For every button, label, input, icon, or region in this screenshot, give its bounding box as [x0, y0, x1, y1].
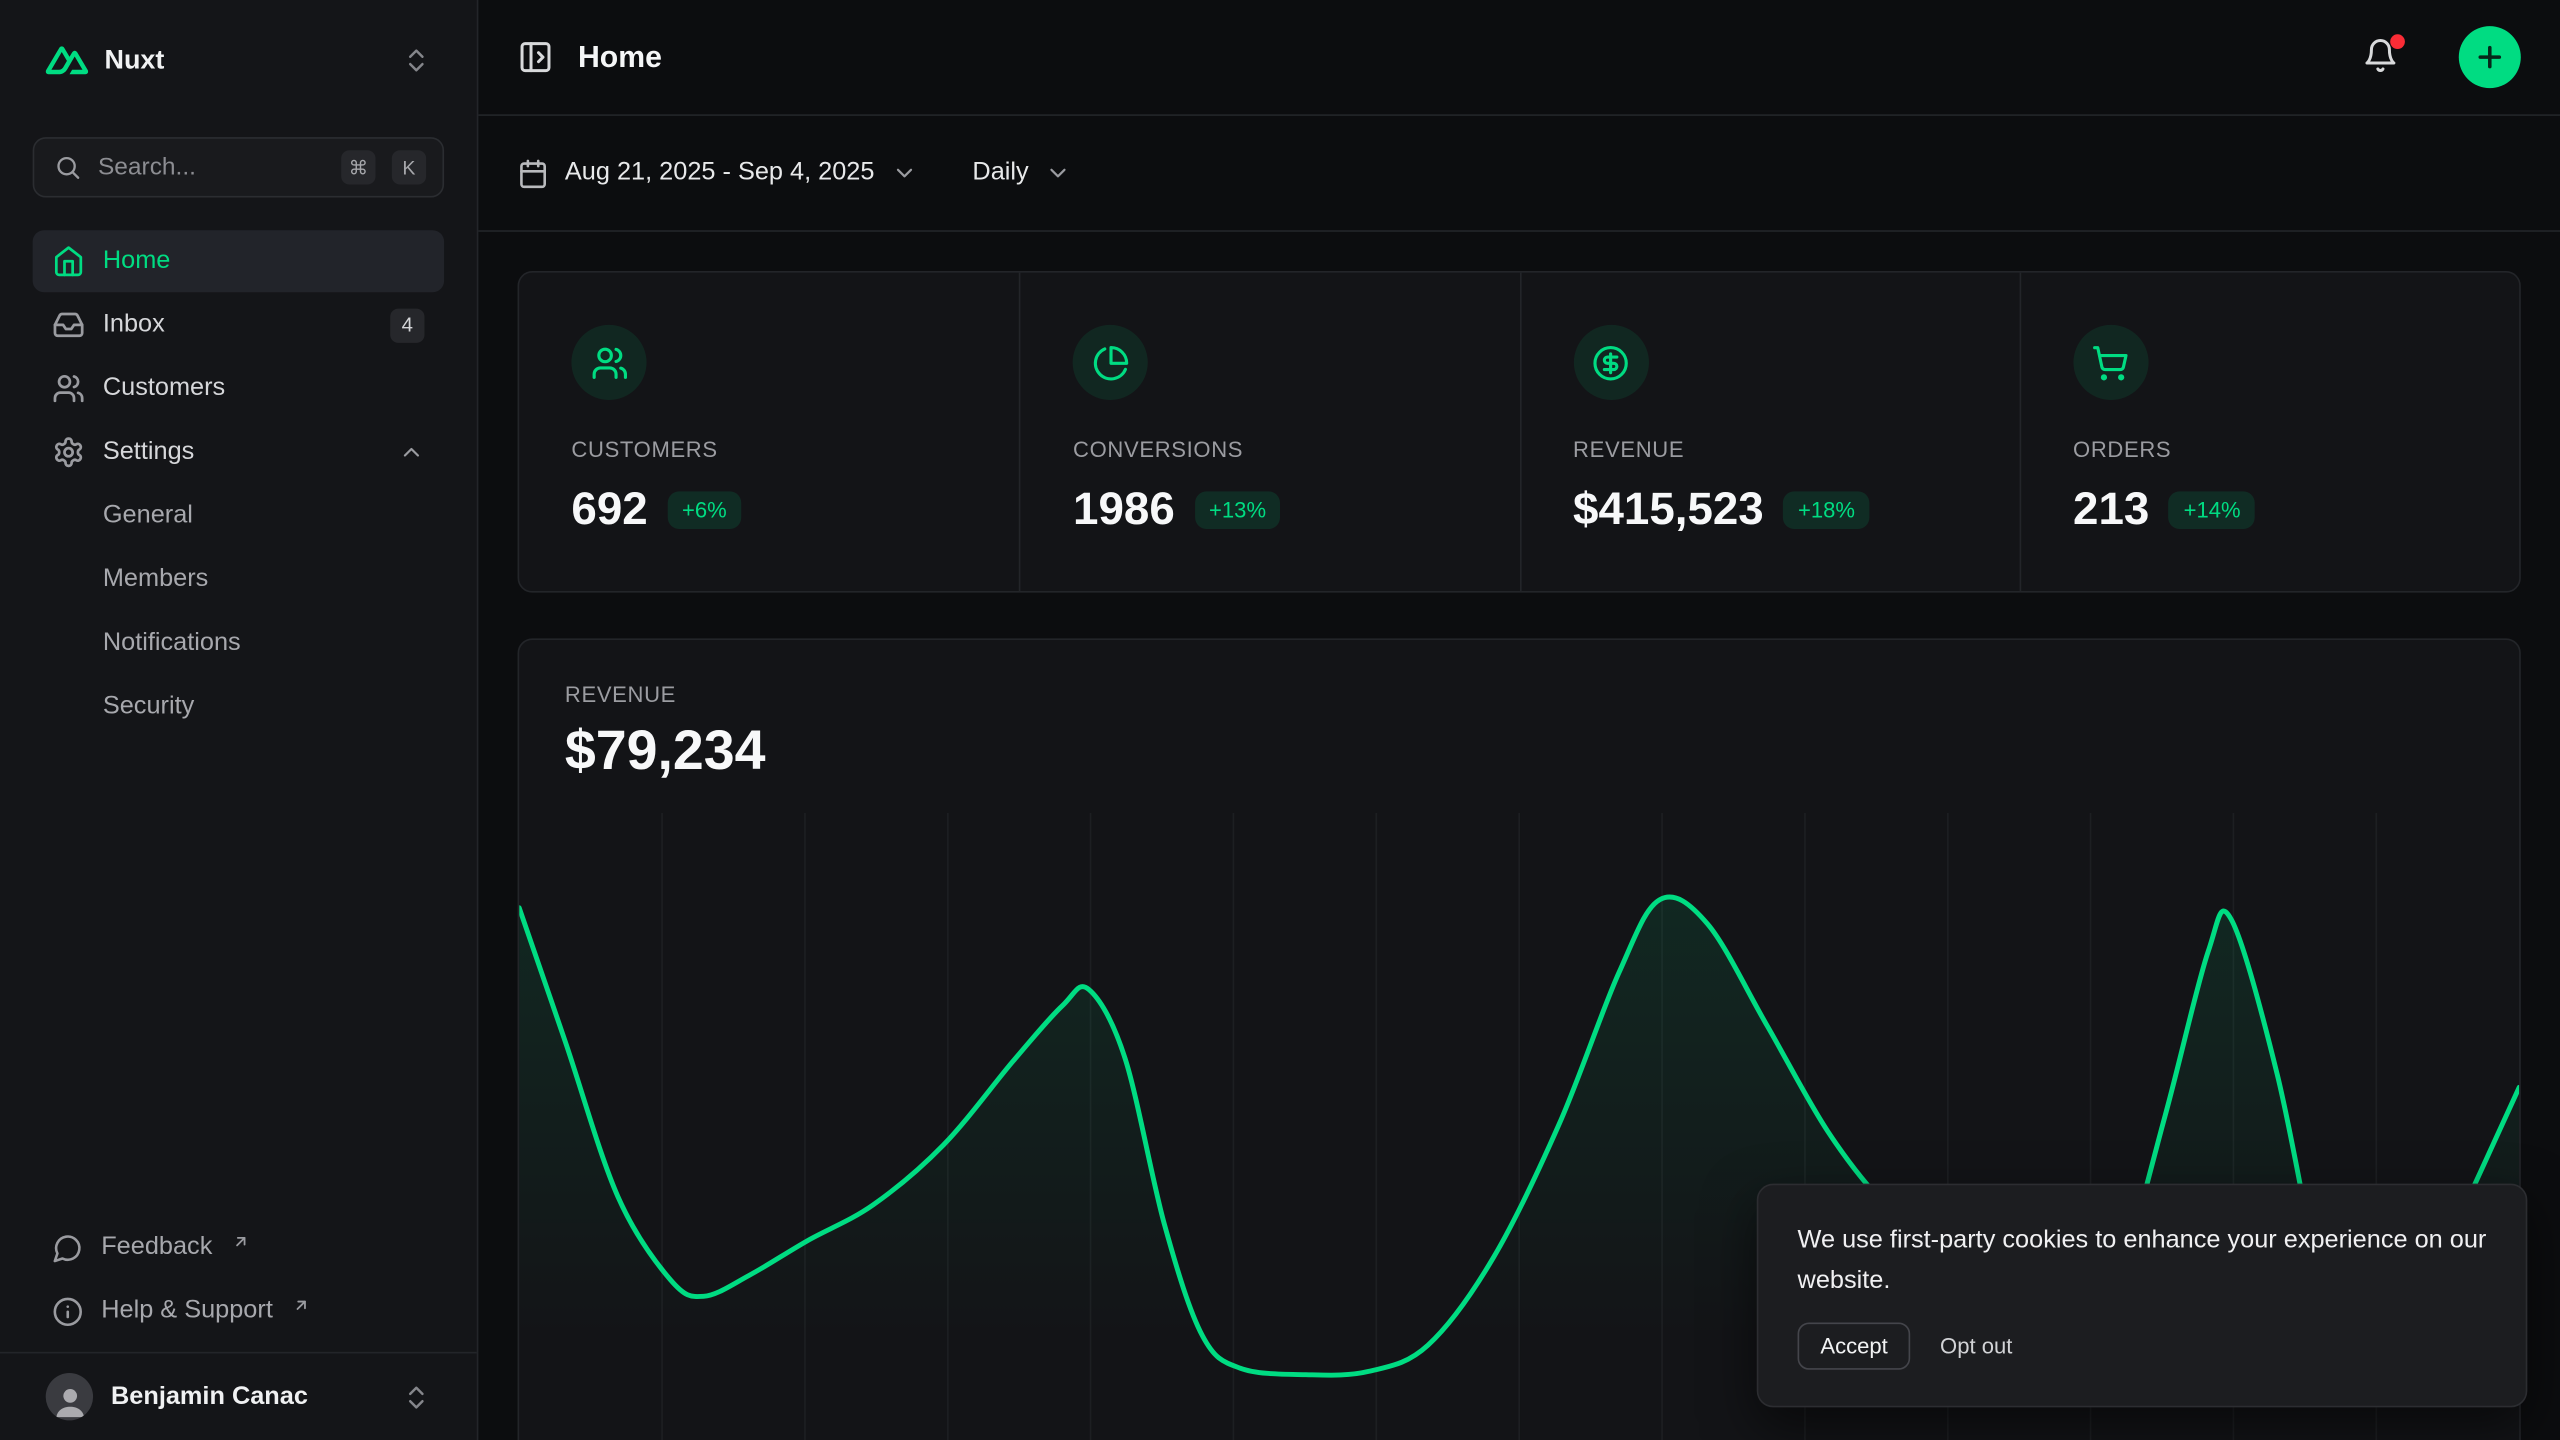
- sidebar-item-settings[interactable]: Settings: [33, 421, 444, 483]
- stats-card: CUSTOMERS 692 +6% CONVERSIONS 1986 +13%: [518, 271, 2521, 593]
- stat-label: CONVERSIONS: [1073, 438, 1467, 462]
- sidebar-subitem-label: Members: [103, 565, 208, 594]
- search-icon: [54, 153, 82, 181]
- orders-icon: [2092, 344, 2130, 382]
- sidebar-item-security[interactable]: Security: [33, 676, 444, 738]
- inbox-icon: [52, 309, 85, 342]
- revenue-chart-label: REVENUE: [565, 682, 2474, 706]
- page-title: Home: [578, 39, 2338, 75]
- page-header: Home: [478, 0, 2560, 116]
- conversions-icon: [1092, 344, 1130, 382]
- stat-customers[interactable]: CUSTOMERS 692 +6%: [519, 273, 1019, 591]
- granularity-label: Daily: [972, 158, 1028, 187]
- revenue-icon: [1592, 344, 1630, 382]
- sidebar-item-home[interactable]: Home: [33, 230, 444, 292]
- gear-icon: [52, 436, 85, 469]
- nuxt-logo: [46, 39, 88, 81]
- chevron-down-icon: [1045, 160, 1071, 186]
- sidebar-nav: Home Inbox 4 Customers Settings General …: [33, 230, 444, 738]
- kbd-k: K: [392, 150, 426, 184]
- sidebar-item-label: Inbox: [103, 310, 372, 339]
- notifications-button[interactable]: [2362, 38, 2401, 77]
- stat-delta-badge: +18%: [1783, 491, 1869, 529]
- sidebar-subitem-label: General: [103, 501, 193, 530]
- feedback-label: Feedback: [101, 1233, 212, 1262]
- workspace-name: Nuxt: [104, 45, 385, 76]
- help-support-link[interactable]: Help & Support: [33, 1280, 444, 1342]
- search-placeholder: Search...: [98, 153, 325, 181]
- sidebar-item-label: Customers: [103, 374, 225, 403]
- notification-dot: [2390, 34, 2405, 49]
- stat-value: 1986: [1073, 483, 1175, 535]
- stat-icon-button[interactable]: [571, 325, 646, 400]
- date-range-picker[interactable]: Aug 21, 2025 - Sep 4, 2025: [518, 158, 917, 189]
- plus-icon: [2473, 41, 2506, 74]
- sidebar-spacer: [0, 738, 477, 1216]
- sidebar-subitem-label: Security: [103, 692, 194, 721]
- accept-cookies-button[interactable]: Accept: [1798, 1322, 1911, 1369]
- customers-icon: [590, 344, 628, 382]
- date-range-label: Aug 21, 2025 - Sep 4, 2025: [565, 158, 875, 187]
- stat-label: CUSTOMERS: [571, 438, 967, 462]
- chat-bubble-icon: [52, 1232, 83, 1263]
- main-area: Home Aug 21, 2025 - Sep 4, 2025 Daily: [478, 0, 2560, 1440]
- stat-delta-badge: +13%: [1194, 491, 1280, 529]
- sidebar-item-general[interactable]: General: [33, 485, 444, 547]
- stat-delta-badge: +6%: [667, 491, 741, 529]
- stat-value: 213: [2073, 483, 2149, 535]
- granularity-select[interactable]: Daily: [972, 158, 1071, 187]
- sidebar-toggle-icon[interactable]: [518, 39, 554, 75]
- sidebar-item-members[interactable]: Members: [33, 549, 444, 611]
- users-icon: [52, 372, 85, 405]
- user-menu[interactable]: Benjamin Canac: [0, 1352, 477, 1440]
- dashboard-app: Nuxt Search... ⌘ K Home Inbox 4 Customer…: [0, 0, 2560, 1440]
- stat-label: REVENUE: [1573, 438, 1967, 462]
- sidebar-item-label: Settings: [103, 438, 381, 467]
- chevron-up-icon: [398, 439, 424, 465]
- stat-revenue[interactable]: REVENUE $415,523 +18%: [1519, 273, 2019, 591]
- cookie-message: We use first-party cookies to enhance yo…: [1798, 1221, 2487, 1301]
- sidebar-footer: Feedback Help & Support: [33, 1216, 444, 1342]
- chevrons-up-down-icon: [402, 46, 431, 75]
- stat-value: 692: [571, 483, 647, 535]
- sidebar-item-notifications[interactable]: Notifications: [33, 612, 444, 674]
- cookie-consent-toast: We use first-party cookies to enhance yo…: [1757, 1184, 2528, 1408]
- avatar: [46, 1373, 93, 1420]
- info-icon: [52, 1296, 83, 1327]
- toolbar: Aug 21, 2025 - Sep 4, 2025 Daily: [478, 116, 2560, 232]
- calendar-icon: [518, 158, 549, 189]
- home-icon: [52, 245, 85, 278]
- stat-orders[interactable]: ORDERS 213 +14%: [2019, 273, 2519, 591]
- stat-delta-badge: +14%: [2169, 491, 2255, 529]
- external-link-icon: [232, 1232, 250, 1250]
- inbox-count-badge: 4: [390, 308, 424, 342]
- stat-icon-button[interactable]: [2073, 325, 2148, 400]
- stat-icon-button[interactable]: [1573, 325, 1648, 400]
- stat-conversions[interactable]: CONVERSIONS 1986 +13%: [1019, 273, 1519, 591]
- kbd-cmd: ⌘: [341, 150, 375, 184]
- stat-icon-button[interactable]: [1073, 325, 1148, 400]
- chevron-down-icon: [891, 160, 917, 186]
- stat-label: ORDERS: [2073, 438, 2467, 462]
- sidebar-item-inbox[interactable]: Inbox 4: [33, 294, 444, 356]
- sidebar: Nuxt Search... ⌘ K Home Inbox 4 Customer…: [0, 0, 478, 1440]
- workspace-switcher[interactable]: Nuxt: [33, 29, 444, 91]
- feedback-link[interactable]: Feedback: [33, 1216, 444, 1278]
- sidebar-item-label: Home: [103, 247, 171, 276]
- external-link-icon: [292, 1296, 310, 1314]
- sidebar-item-customers[interactable]: Customers: [33, 358, 444, 420]
- sidebar-subitem-label: Notifications: [103, 629, 241, 658]
- stat-value: $415,523: [1573, 483, 1764, 535]
- add-button[interactable]: [2459, 26, 2521, 88]
- optout-cookies-button[interactable]: Opt out: [1940, 1334, 2012, 1358]
- revenue-chart-value: $79,234: [565, 720, 2474, 784]
- search-input[interactable]: Search... ⌘ K: [33, 137, 444, 197]
- chevrons-up-down-icon: [402, 1382, 431, 1411]
- help-support-label: Help & Support: [101, 1296, 273, 1325]
- user-name: Benjamin Canac: [111, 1382, 384, 1411]
